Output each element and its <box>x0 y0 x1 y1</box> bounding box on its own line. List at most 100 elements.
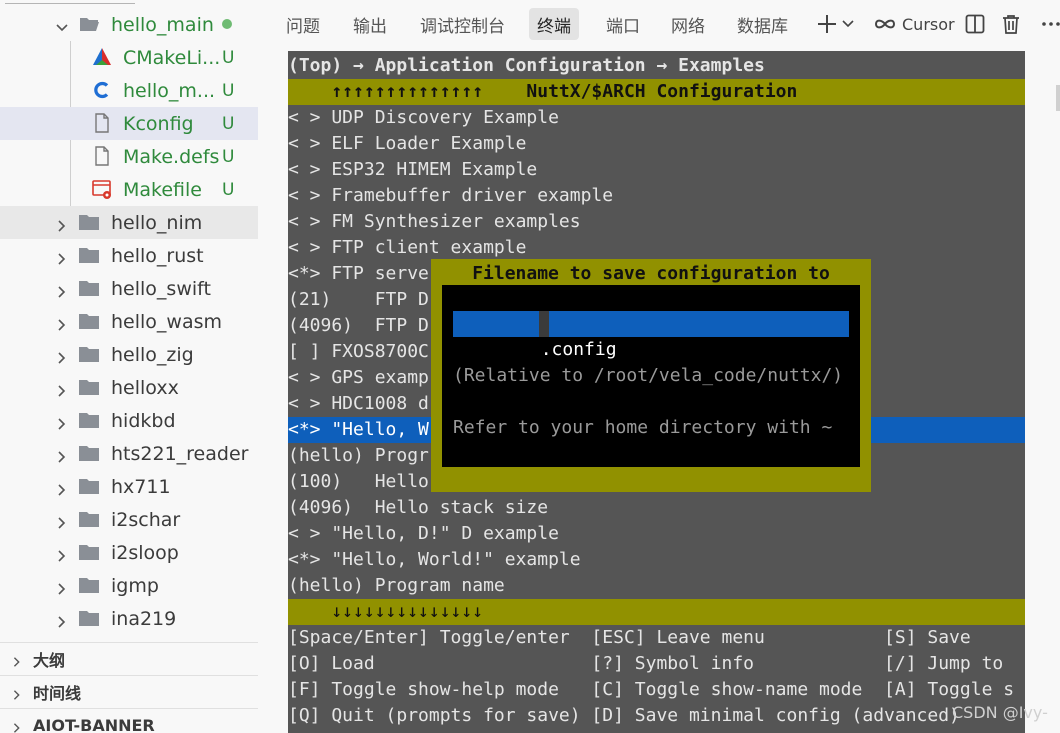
menu-entry[interactable]: < > "Hello, D!" D example <box>288 521 1025 547</box>
menu-entry[interactable]: < > ESP32 HIMEM Example <box>288 157 1025 183</box>
chevron-right-icon[interactable] <box>55 216 69 232</box>
git-modified-dot <box>222 19 232 29</box>
folder-icon <box>78 508 100 530</box>
menu-entry[interactable]: < > Framebuffer driver example <box>288 183 1025 209</box>
tree-item[interactable]: helloxx <box>0 371 258 404</box>
section-header[interactable]: AIOT-BANNER <box>0 708 258 733</box>
watermark: CSDN @Ivy- <box>952 703 1048 722</box>
tree-item[interactable]: hello_wasm <box>0 305 258 338</box>
tree-item-label: helloxx <box>111 376 179 399</box>
tree-item[interactable]: hello_rust <box>0 239 258 272</box>
tab-database[interactable]: 数据库 <box>729 8 796 40</box>
tree-item-label: hello_swift <box>111 277 211 300</box>
scrollbar-thumb[interactable] <box>1056 85 1060 111</box>
tree-item-label: hello_m... <box>123 79 216 102</box>
chevron-right-icon <box>11 719 23 733</box>
file-icon <box>91 145 113 167</box>
tree-item[interactable]: Kconfig U <box>0 107 258 140</box>
folder-icon <box>78 607 100 629</box>
menuconfig-header-bar: ↑↑↑↑↑↑↑↑↑↑↑↑↑↑ NuttX/$ARCH Configuration <box>288 79 1025 105</box>
menu-entry[interactable]: <*> "Hello, World!" example <box>288 547 1025 573</box>
folder-icon <box>78 376 100 398</box>
infinity-icon <box>874 19 896 29</box>
menuconfig-footer-bar: ↓↓↓↓↓↓↓↓↓↓↓↓↓↓ <box>288 599 1025 625</box>
tree-item-label: hidkbd <box>111 409 176 432</box>
tab-problems[interactable]: 问题 <box>278 8 328 40</box>
tree-item-label: igmp <box>111 574 159 597</box>
tree-item[interactable]: hello_main <box>0 8 258 41</box>
split-terminal-button[interactable] <box>964 10 986 38</box>
chevron-right-icon[interactable] <box>55 612 69 628</box>
tab-ports[interactable]: 端口 <box>598 8 648 40</box>
chevron-right-icon[interactable] <box>55 348 69 364</box>
folder-icon <box>78 244 100 266</box>
tree-item[interactable]: Make.defs U <box>0 140 258 173</box>
tree-item[interactable]: igmp <box>0 569 258 602</box>
section-header[interactable]: 时间线 <box>0 675 258 708</box>
chevron-right-icon[interactable] <box>55 546 69 562</box>
c-file-icon <box>91 79 113 101</box>
menu-entry[interactable]: < > UDP Discovery Example <box>288 105 1025 131</box>
chevron-right-icon[interactable] <box>55 480 69 496</box>
makefile-icon <box>91 178 113 200</box>
tree-item[interactable]: ina219 <box>0 602 258 635</box>
tree-item[interactable]: Makefile U <box>0 173 258 206</box>
tree-item-label: hello_nim <box>111 211 203 234</box>
more-icon <box>1042 22 1060 26</box>
tree-item-label: hello_main <box>111 13 214 36</box>
text-cursor <box>539 311 549 337</box>
tab-debug-console[interactable]: 调试控制台 <box>412 8 513 40</box>
chevron-right-icon[interactable] <box>55 381 69 397</box>
tree-item[interactable]: hello_swift <box>0 272 258 305</box>
dialog-title: Filename to save configuration to <box>472 263 830 284</box>
filename-input[interactable]: .config <box>453 311 849 360</box>
tab-terminal[interactable]: 终端 <box>529 8 579 40</box>
folder-open-icon <box>78 13 100 35</box>
dialog-hint-relative: (Relative to /root/vela_code/nuttx/) <box>453 365 844 386</box>
panel-tab-bar: 问题 输出 调试控制台 终端 端口 网络 数据库 Cursor <box>258 0 1060 50</box>
chevron-right-icon[interactable] <box>55 513 69 529</box>
tree-item[interactable]: hello_zig <box>0 338 258 371</box>
menu-entry[interactable]: (hello) Program name <box>288 573 1025 599</box>
tab-network[interactable]: 网络 <box>663 8 713 40</box>
tree-item[interactable]: i2schar <box>0 503 258 536</box>
terminal-view[interactable]: (Top) → Application Configuration → Exam… <box>288 51 1025 733</box>
dialog-hint-home: Refer to your home directory with ~ <box>453 417 833 438</box>
tree-item[interactable]: hidkbd <box>0 404 258 437</box>
tree-item[interactable]: hx711 <box>0 470 258 503</box>
tree-item-label: Makefile <box>123 178 202 201</box>
git-status-untracked: U <box>222 179 235 200</box>
git-status-untracked: U <box>222 146 235 167</box>
chevron-right-icon[interactable] <box>55 249 69 265</box>
chevron-right-icon[interactable] <box>55 447 69 463</box>
tree-item[interactable]: i2sloop <box>0 536 258 569</box>
folder-icon <box>78 475 100 497</box>
dialog-body: .config (Relative to /root/vela_code/nut… <box>442 285 860 467</box>
section-header[interactable]: 大纲 <box>0 642 258 675</box>
tree-item[interactable]: CMakeLi... U <box>0 41 258 74</box>
tree-item-label: CMakeLi... <box>123 46 221 69</box>
chevron-right-icon[interactable] <box>55 414 69 430</box>
folder-icon <box>78 541 100 563</box>
tab-output[interactable]: 输出 <box>345 8 395 40</box>
menu-entry[interactable]: < > ELF Loader Example <box>288 131 1025 157</box>
git-status-untracked: U <box>222 113 235 134</box>
chevron-right-icon[interactable] <box>55 282 69 298</box>
folder-icon <box>78 310 100 332</box>
menu-entry[interactable]: < > FM Synthesizer examples <box>288 209 1025 235</box>
chevron-right-icon[interactable] <box>55 315 69 331</box>
cursor-button[interactable]: Cursor <box>873 10 955 38</box>
more-actions-button[interactable] <box>1040 10 1060 38</box>
tree-item-label: Kconfig <box>123 112 194 135</box>
tree-item[interactable]: hello_m... U <box>0 74 258 107</box>
tree-item-label: hello_rust <box>111 244 204 267</box>
tree-item[interactable]: hts221_reader <box>0 437 258 470</box>
tree-item[interactable]: hello_nim <box>0 206 258 239</box>
new-terminal-button[interactable] <box>816 10 855 38</box>
menu-entry[interactable]: < > FTP client example <box>288 235 1025 261</box>
kill-terminal-button[interactable] <box>1000 10 1022 38</box>
menu-entry[interactable]: (4096) Hello stack size <box>288 495 1025 521</box>
chevron-right-icon[interactable] <box>55 579 69 595</box>
chevron-down-icon <box>842 20 854 28</box>
chevron-down-icon[interactable] <box>55 18 69 32</box>
